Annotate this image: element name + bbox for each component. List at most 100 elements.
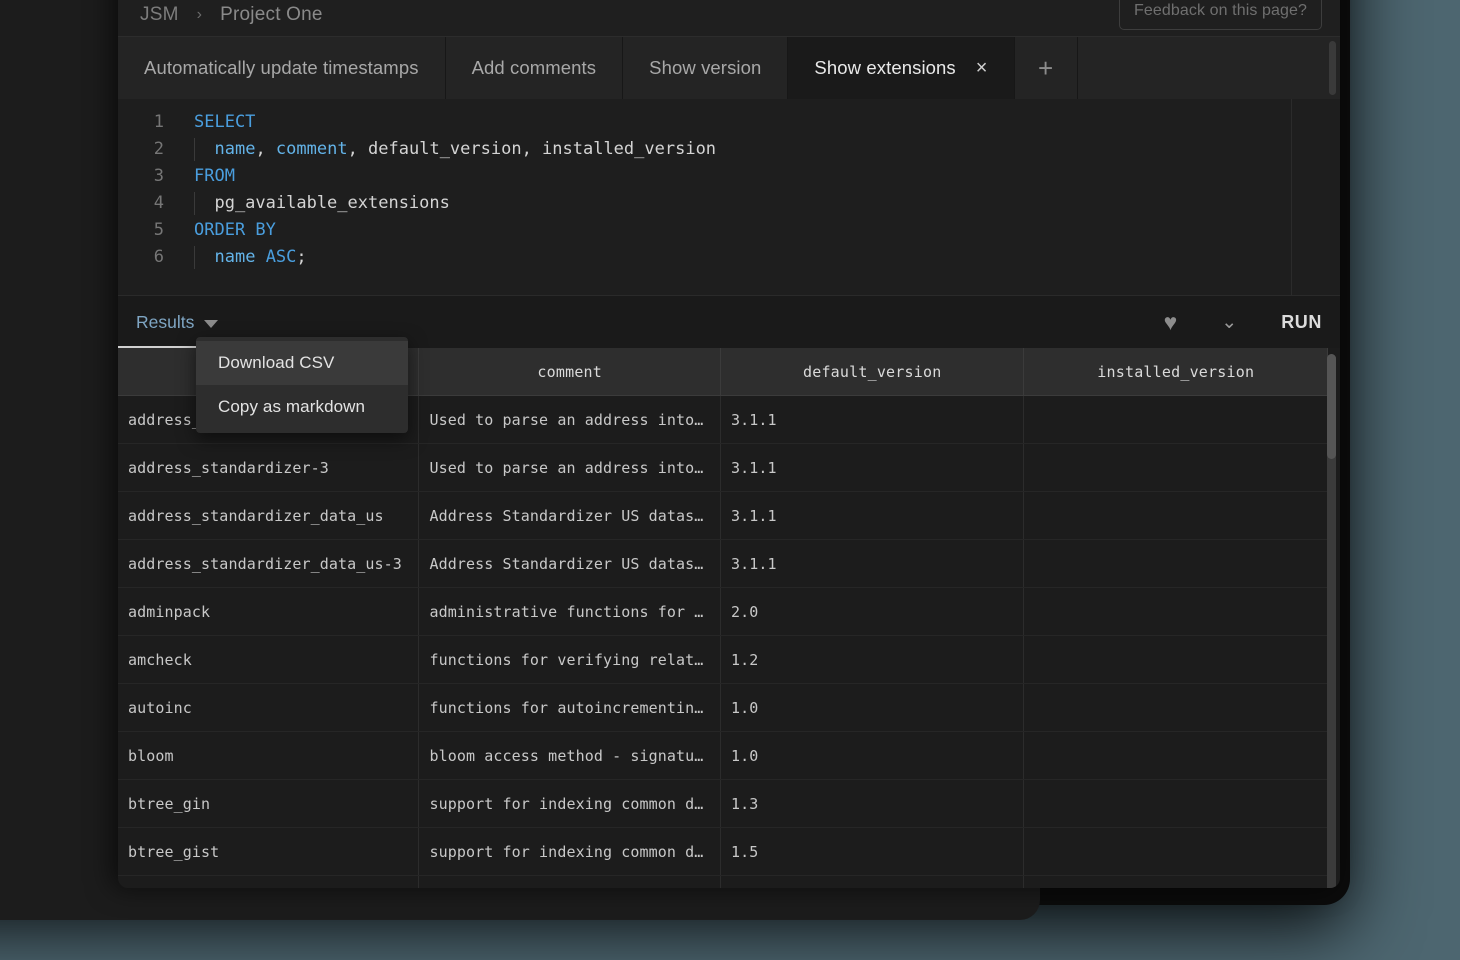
code-token: ASC <box>265 247 297 267</box>
close-icon[interactable]: × <box>976 58 988 78</box>
cell-installed-version <box>1023 779 1328 828</box>
cell-name: address_standardizer_data_us <box>118 491 420 540</box>
indent-guide <box>194 192 195 215</box>
cell-installed-version <box>1023 635 1328 684</box>
tab-automatically-update-timestamps[interactable]: Automatically update timestamps <box>118 37 446 99</box>
tab-label: Show extensions <box>814 57 956 78</box>
table-row[interactable]: amcheck functions for verifying relat… 1.2 <box>118 635 1328 684</box>
table-row[interactable]: autoinc functions for autoincrementin… 1.0 <box>118 683 1328 732</box>
cell-comment: support for indexing common d… <box>418 779 721 828</box>
cell-comment: Used to parse an address into… <box>418 443 721 492</box>
table-row[interactable]: citextdata type for case-insensitiv…1.6 <box>118 875 1328 888</box>
sql-console-window: JSM › Project One Feedback on this page?… <box>118 0 1340 888</box>
cell-default-version: 2.0 <box>720 587 1025 636</box>
code-token: FROM <box>194 166 235 186</box>
cell-comment: functions for autoincrementin… <box>418 683 721 732</box>
tab-add-comments[interactable]: Add comments <box>445 37 624 99</box>
breadcrumb-project[interactable]: Project One <box>220 4 323 26</box>
code-token: name <box>214 247 256 267</box>
column-header-default-version[interactable]: default_version <box>720 348 1025 396</box>
table-row[interactable]: bloom bloom access method - signatu… 1.0 <box>118 731 1328 780</box>
table-row[interactable]: address_standardizer_data_us-3 Address St… <box>118 539 1328 588</box>
table-row[interactable]: adminpack administrative functions for … 2… <box>118 587 1328 636</box>
breadcrumb-root[interactable]: JSM <box>140 4 179 26</box>
feedback-button[interactable]: Feedback on this page? <box>1119 0 1322 30</box>
tabbar-scrollbar[interactable] <box>1329 41 1336 95</box>
results-toolbar-actions: ♥ ⌄ RUN <box>1164 310 1322 334</box>
indent-guide <box>194 138 195 161</box>
cell-default-version: 3.1.1 <box>720 395 1025 444</box>
table-row[interactable]: btree_gin support for indexing common d… 1… <box>118 779 1328 828</box>
tab-bar: Automatically update timestamps Add comm… <box>118 37 1340 99</box>
code-text[interactable]: ORDER BY <box>176 217 276 244</box>
favorite-heart-icon[interactable]: ♥ <box>1164 310 1178 334</box>
column-header-installed-version[interactable]: installed_version <box>1023 348 1328 396</box>
table-row[interactable]: address_standardizer-3 Used to parse an a… <box>118 443 1328 492</box>
menu-item-download-csv[interactable]: Download CSV <box>196 341 408 385</box>
add-tab-button[interactable]: + <box>1014 37 1078 99</box>
editor-scrollbar[interactable] <box>1328 99 1340 295</box>
line-number: 5 <box>153 220 164 240</box>
code-line: 4 pg_available_extensions <box>118 190 1291 217</box>
cell-installed-version <box>1023 539 1328 588</box>
sql-editor[interactable]: 1 SELECT 2 name, comment, default_version,… <box>118 99 1340 296</box>
cell-comment: Address Standardizer US datas… <box>418 539 721 588</box>
tab-label: Show version <box>649 57 762 78</box>
table-row[interactable]: btree_gist support for indexing common d…… <box>118 827 1328 876</box>
code-line: 5 ORDER BY <box>118 217 1291 244</box>
code-token: , default_version, installed_version <box>347 139 717 159</box>
scrollbar-thumb[interactable] <box>1327 354 1336 459</box>
results-dropdown-trigger[interactable]: Results <box>136 311 219 333</box>
cell-comment: Used to parse an address into… <box>418 395 721 444</box>
code-text[interactable]: SELECT <box>176 109 255 136</box>
cell-installed-version <box>1023 683 1328 732</box>
line-number: 6 <box>153 247 164 267</box>
cell-default-version: 3.1.1 <box>720 539 1025 588</box>
line-number: 1 <box>153 112 164 132</box>
code-text[interactable]: pg_available_extensions <box>176 190 450 217</box>
indent-guide <box>194 246 195 269</box>
line-number: 4 <box>153 193 164 213</box>
cell-name: bloom <box>118 731 420 780</box>
chevron-right-icon: › <box>196 6 203 23</box>
cell-comment: functions for verifying relat… <box>418 635 721 684</box>
sql-code-area[interactable]: 1 SELECT 2 name, comment, default_version,… <box>118 99 1291 295</box>
cell-default-version: 3.1.1 <box>720 443 1025 492</box>
code-line: 1 SELECT <box>118 109 1291 136</box>
cell-comment: administrative functions for … <box>418 587 721 636</box>
table-row[interactable]: address_standardizer_data_us Address Stan… <box>118 491 1328 540</box>
tab-bar-filler <box>1077 37 1340 99</box>
results-label: Results <box>136 311 195 332</box>
code-text[interactable]: name, comment, default_version, installe… <box>176 136 716 163</box>
code-token: comment <box>275 139 348 159</box>
cell-installed-version <box>1023 395 1328 444</box>
code-token: ORDER BY <box>194 220 276 240</box>
column-header-comment[interactable]: comment <box>418 348 721 396</box>
cell-comment: bloom access method - signatu… <box>418 731 721 780</box>
code-text[interactable]: name ASC; <box>176 244 307 271</box>
cell-default-version: 1.3 <box>720 779 1025 828</box>
editor-minimap[interactable] <box>1291 99 1328 295</box>
cell-name: citext <box>118 875 420 888</box>
cell-installed-version <box>1023 827 1328 876</box>
line-number: 3 <box>153 166 164 186</box>
results-table-scrollbar[interactable] <box>1327 354 1336 888</box>
code-token: SELECT <box>194 112 256 132</box>
code-token: ; <box>296 247 307 267</box>
menu-item-copy-as-markdown[interactable]: Copy as markdown <box>196 385 408 429</box>
chevron-down-icon[interactable]: ⌄ <box>1221 313 1237 332</box>
cell-installed-version <box>1023 443 1328 492</box>
tab-label: Add comments <box>471 57 597 78</box>
cell-default-version: 1.0 <box>720 683 1025 732</box>
results-export-menu: Download CSV Copy as markdown <box>196 337 408 433</box>
cell-comment: support for indexing common d… <box>418 827 721 876</box>
run-button[interactable]: RUN <box>1281 312 1322 333</box>
cell-default-version: 1.5 <box>720 827 1025 876</box>
code-text[interactable]: FROM <box>176 163 235 190</box>
cell-comment: data type for case-insensitiv… <box>418 875 721 888</box>
tab-label: Automatically update timestamps <box>144 57 419 78</box>
tab-show-extensions[interactable]: Show extensions × <box>788 37 1015 99</box>
tab-show-version[interactable]: Show version <box>623 37 789 99</box>
code-line: 2 name, comment, default_version, instal… <box>118 136 1291 163</box>
code-token: name <box>214 139 256 159</box>
